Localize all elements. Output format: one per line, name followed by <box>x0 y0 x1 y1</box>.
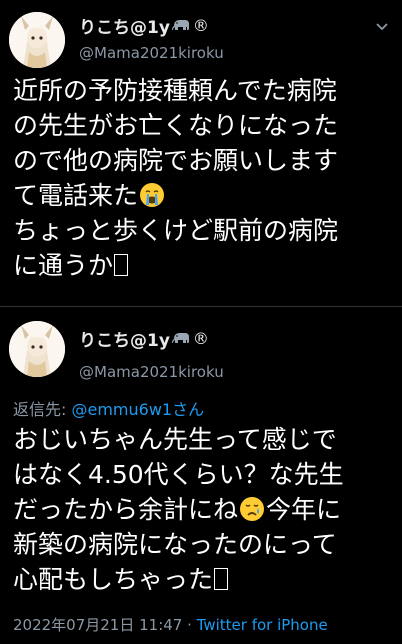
avatar[interactable] <box>9 321 65 377</box>
name-row[interactable]: りこち@1y ® <box>79 13 209 38</box>
sad-tear-face-emoji <box>240 497 265 521</box>
display-name[interactable]: りこち@1y <box>79 326 170 351</box>
tweet-text-line: に通うか <box>13 251 114 280</box>
name-row[interactable]: りこち@1y ® <box>79 326 209 351</box>
tweet-text-line: の先生がお亡くなりになった <box>13 111 339 140</box>
tweet-text: おじいちゃん先生って感じで はなく4.50代くらい？な先生 だったから余計にね今… <box>13 422 393 597</box>
tweet-text-line: 心配もしちゃった <box>13 565 214 594</box>
avatar-image <box>9 12 65 68</box>
chevron-down-icon[interactable] <box>374 18 390 34</box>
tweet-text-line: ちょっと歩くけど駅前の病院 <box>13 216 339 245</box>
reply-label: 返信先: <box>13 400 72 419</box>
display-name[interactable]: りこち@1y <box>79 13 170 38</box>
tweet-text-line: おじいちゃん先生って感じで <box>13 425 337 454</box>
tweet-text-line: 新築の病院になったのにって <box>13 530 337 559</box>
tweet-text-line: だったから余計にね <box>13 495 239 524</box>
elephant-icon <box>171 333 189 343</box>
tweet-text-line: て電話来た <box>13 181 139 210</box>
tweet-text-line: はなく4.50代くらい？な先生 <box>13 460 344 489</box>
source-link[interactable]: Twitter for iPhone <box>197 616 328 634</box>
crying-face-emoji <box>140 183 165 207</box>
missing-glyph-box <box>214 568 229 590</box>
tweet-text-line: 近所の予防接種頼んでた病院 <box>13 76 337 105</box>
timestamp[interactable]: 2022年07月21日 11:47 · <box>13 616 197 634</box>
missing-glyph-box <box>114 254 129 276</box>
user-handle[interactable]: @Mama2021kiroku <box>79 44 224 62</box>
tweet-text: 近所の予防接種頼んでた病院 の先生がお亡くなりになった ので他の病院でお願いしま… <box>13 73 393 283</box>
reply-to-handle[interactable]: @emmu6w1さん <box>71 400 204 419</box>
avatar-image <box>9 321 65 377</box>
tweet-text-line: ので他の病院でお願いします <box>13 146 339 175</box>
registered-mark: ® <box>192 328 209 348</box>
reply-to-line: 返信先: @emmu6w1さん <box>13 396 204 420</box>
tweet-1[interactable]: りこち@1y ® @Mama2021kiroku 近所の予防接種頼んでた病院 の… <box>0 0 402 306</box>
tweet-meta: 2022年07月21日 11:47 · Twitter for iPhone <box>13 614 328 635</box>
avatar[interactable] <box>9 12 65 68</box>
tweet-2[interactable]: りこち@1y ® @Mama2021kiroku 返信先: @emmu6w1さん… <box>0 307 402 644</box>
registered-mark: ® <box>192 15 209 35</box>
elephant-icon <box>171 20 189 30</box>
tweet-text-line: 今年に <box>266 495 342 524</box>
user-handle[interactable]: @Mama2021kiroku <box>79 363 224 381</box>
